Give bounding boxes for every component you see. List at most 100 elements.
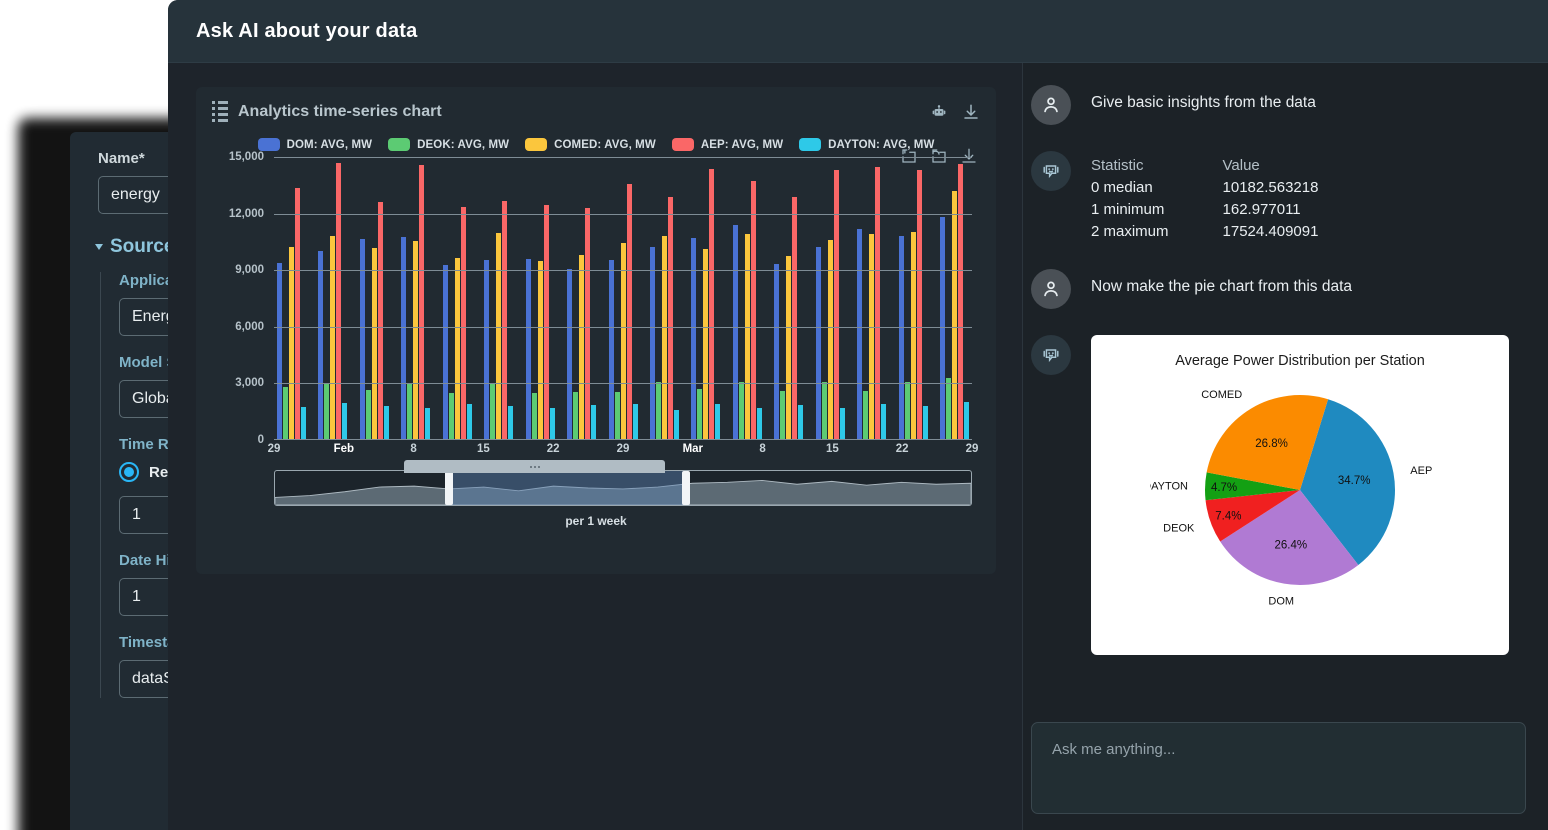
bar[interactable] <box>697 389 703 440</box>
bar[interactable] <box>732 224 738 440</box>
legend-item[interactable]: DOM: AVG, MW <box>257 138 373 151</box>
bar-group[interactable] <box>649 157 679 440</box>
legend-item[interactable]: DEOK: AVG, MW <box>388 138 509 151</box>
bar-group[interactable] <box>691 157 721 440</box>
bar[interactable] <box>277 262 282 440</box>
bar[interactable] <box>786 256 792 440</box>
bar[interactable] <box>567 269 573 440</box>
bar[interactable] <box>490 383 496 440</box>
bar[interactable] <box>833 170 839 440</box>
time-range-brush[interactable] <box>274 470 972 506</box>
bar[interactable] <box>419 164 425 440</box>
bar-group[interactable] <box>815 157 845 440</box>
bar[interactable] <box>502 201 508 440</box>
bar[interactable] <box>460 207 466 440</box>
bar[interactable] <box>667 196 673 440</box>
bar[interactable] <box>857 228 863 440</box>
bar[interactable] <box>484 259 490 440</box>
bar-group[interactable] <box>484 157 514 440</box>
bar[interactable] <box>744 234 750 440</box>
bar[interactable] <box>508 406 514 440</box>
bar[interactable] <box>365 390 371 440</box>
bar[interactable] <box>750 180 756 440</box>
recent-radio[interactable] <box>119 462 139 482</box>
bar[interactable] <box>537 260 543 440</box>
brush-handle-left[interactable] <box>445 471 453 505</box>
bar[interactable] <box>780 390 786 440</box>
bar[interactable] <box>531 392 537 440</box>
bar[interactable] <box>904 381 910 440</box>
bar[interactable] <box>448 392 454 440</box>
legend-item[interactable]: COMED: AVG, MW <box>525 138 656 151</box>
bar-group[interactable] <box>525 157 555 440</box>
bar[interactable] <box>401 237 407 440</box>
bar-group[interactable] <box>359 157 389 440</box>
bar-group[interactable] <box>401 157 431 440</box>
bar-group[interactable] <box>608 157 638 440</box>
bar[interactable] <box>916 170 922 440</box>
brush-handle-right[interactable] <box>681 471 690 505</box>
bar[interactable] <box>342 403 348 440</box>
bar[interactable] <box>301 406 306 440</box>
bar[interactable] <box>715 404 721 440</box>
bar[interactable] <box>792 196 798 440</box>
bar[interactable] <box>875 167 881 440</box>
bar[interactable] <box>591 405 597 440</box>
bar[interactable] <box>821 382 827 440</box>
brush-drag-handle[interactable] <box>404 460 666 473</box>
bar[interactable] <box>573 391 579 440</box>
chat-input[interactable]: Ask me anything... <box>1031 722 1526 814</box>
bar-group[interactable] <box>732 157 762 440</box>
bar[interactable] <box>964 402 969 440</box>
bar[interactable] <box>798 405 804 440</box>
bar[interactable] <box>774 263 780 440</box>
bar-group[interactable] <box>442 157 472 440</box>
bar-group[interactable] <box>567 157 597 440</box>
bar-group[interactable] <box>857 157 887 440</box>
bar[interactable] <box>330 236 336 440</box>
bar[interactable] <box>709 169 715 440</box>
bar[interactable] <box>661 236 667 440</box>
bar[interactable] <box>898 236 904 440</box>
bar[interactable] <box>815 246 821 440</box>
bar[interactable] <box>371 247 377 440</box>
bar[interactable] <box>869 234 875 440</box>
bar[interactable] <box>910 232 916 440</box>
bar[interactable] <box>407 383 413 440</box>
bar[interactable] <box>383 406 389 440</box>
bar[interactable] <box>691 238 697 440</box>
bar-group[interactable] <box>774 157 804 440</box>
bar[interactable] <box>614 391 620 440</box>
bar[interactable] <box>620 242 626 440</box>
bar[interactable] <box>608 259 614 440</box>
bar[interactable] <box>336 162 342 440</box>
bar[interactable] <box>377 202 383 440</box>
bar[interactable] <box>940 217 945 440</box>
bar[interactable] <box>425 407 431 440</box>
bar[interactable] <box>318 251 324 440</box>
bar-group[interactable] <box>940 157 969 440</box>
download-icon[interactable] <box>962 103 980 121</box>
bar[interactable] <box>655 382 661 440</box>
bar[interactable] <box>946 377 951 440</box>
bar[interactable] <box>549 407 555 440</box>
brush-selection[interactable] <box>449 471 686 505</box>
bar[interactable] <box>579 255 585 440</box>
bar[interactable] <box>673 409 679 440</box>
bar[interactable] <box>958 163 963 440</box>
bar[interactable] <box>295 188 300 440</box>
bar[interactable] <box>496 233 502 440</box>
bar-group[interactable] <box>898 157 928 440</box>
bar[interactable] <box>922 406 928 440</box>
bar[interactable] <box>466 404 472 440</box>
bar[interactable] <box>283 387 288 440</box>
bar[interactable] <box>952 190 957 440</box>
bar-group[interactable] <box>277 157 306 440</box>
legend-item[interactable]: AEP: AVG, MW <box>671 138 783 151</box>
bar[interactable] <box>454 257 460 440</box>
bar[interactable] <box>626 184 632 440</box>
ai-assistant-icon[interactable] <box>930 103 948 121</box>
bar[interactable] <box>756 407 762 440</box>
bar[interactable] <box>289 246 294 440</box>
bar[interactable] <box>442 264 448 440</box>
